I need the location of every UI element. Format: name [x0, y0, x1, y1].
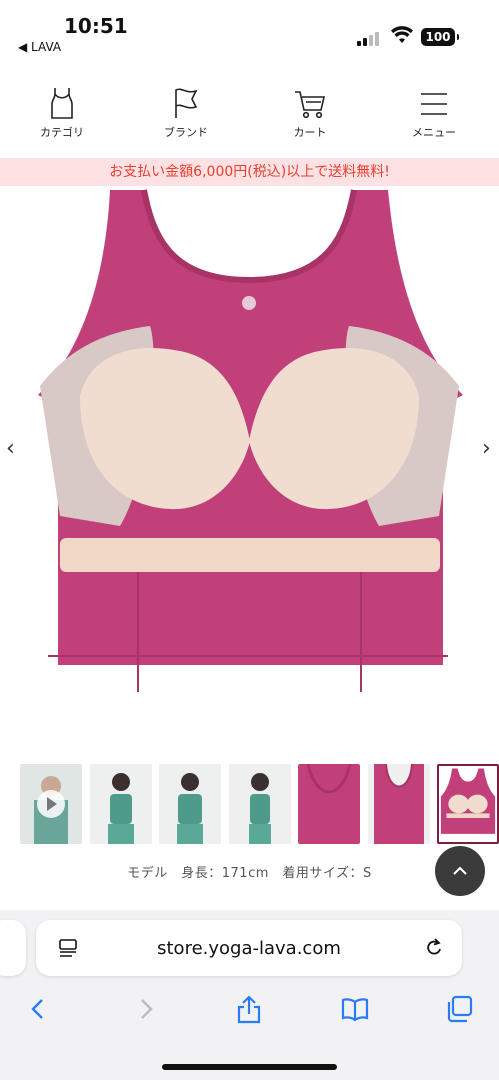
- thumbnail-model-side[interactable]: [229, 764, 291, 844]
- address-bar[interactable]: store.yoga-lava.com: [36, 920, 462, 976]
- cart-icon: [295, 91, 326, 119]
- nav-cart[interactable]: カート: [265, 86, 355, 140]
- thumbnail-strip: [20, 764, 499, 846]
- tabs-icon[interactable]: [444, 994, 474, 1024]
- wifi-icon: [391, 26, 413, 43]
- home-indicator: [162, 1064, 337, 1070]
- thumbnail-video[interactable]: [20, 764, 82, 844]
- gallery-prev-arrow[interactable]: ‹: [6, 436, 15, 461]
- back-icon[interactable]: [24, 994, 54, 1024]
- thumbnail-detail-bra-selected[interactable]: [437, 764, 499, 844]
- url-text[interactable]: store.yoga-lava.com: [36, 938, 462, 959]
- nav-category-label: カテゴリ: [40, 126, 84, 139]
- nav-menu[interactable]: メニュー: [389, 86, 479, 140]
- nav-brand-label: ブランド: [164, 126, 208, 139]
- previous-tab-peek[interactable]: [0, 920, 26, 976]
- product-image[interactable]: [0, 186, 499, 726]
- thumbnail-model-back[interactable]: [159, 764, 221, 844]
- nav-cart-label: カート: [293, 126, 327, 139]
- chevron-up-icon: [453, 866, 467, 875]
- reload-icon[interactable]: [424, 937, 444, 959]
- hamburger-menu-icon: [421, 93, 447, 115]
- scroll-to-top-button[interactable]: [435, 846, 485, 896]
- model-size-info: モデル 身長：171cm 着用サイズ：S: [127, 866, 372, 881]
- browser-bottom-bar: store.yoga-lava.com: [0, 910, 499, 1080]
- back-to-app-link[interactable]: ◀ LAVA: [18, 40, 61, 54]
- clock: 10:51: [64, 14, 128, 38]
- forward-icon[interactable]: [130, 994, 160, 1024]
- gallery-next-arrow[interactable]: ›: [482, 436, 491, 461]
- thumbnail-detail-neck[interactable]: [298, 764, 360, 844]
- thumbnail-detail-back[interactable]: [368, 764, 430, 844]
- bookmarks-icon[interactable]: [340, 994, 370, 1024]
- flag-icon: [175, 88, 198, 118]
- nav-menu-label: メニュー: [412, 126, 456, 139]
- thumbnail-model-front[interactable]: [90, 764, 152, 844]
- cellular-signal-icon: [357, 30, 381, 46]
- free-shipping-banner[interactable]: お支払い金額6,000円(税込)以上で送料無料!: [0, 158, 499, 186]
- share-icon[interactable]: [234, 994, 264, 1024]
- battery-indicator: 100: [421, 28, 459, 46]
- tank-top-icon: [51, 88, 73, 119]
- header-nav: カテゴリ ブランド カート メニュー: [0, 86, 499, 156]
- status-bar: 10:51 ◀ LAVA 100: [0, 0, 499, 64]
- nav-brand[interactable]: ブランド: [141, 86, 231, 140]
- nav-category[interactable]: カテゴリ: [17, 86, 107, 140]
